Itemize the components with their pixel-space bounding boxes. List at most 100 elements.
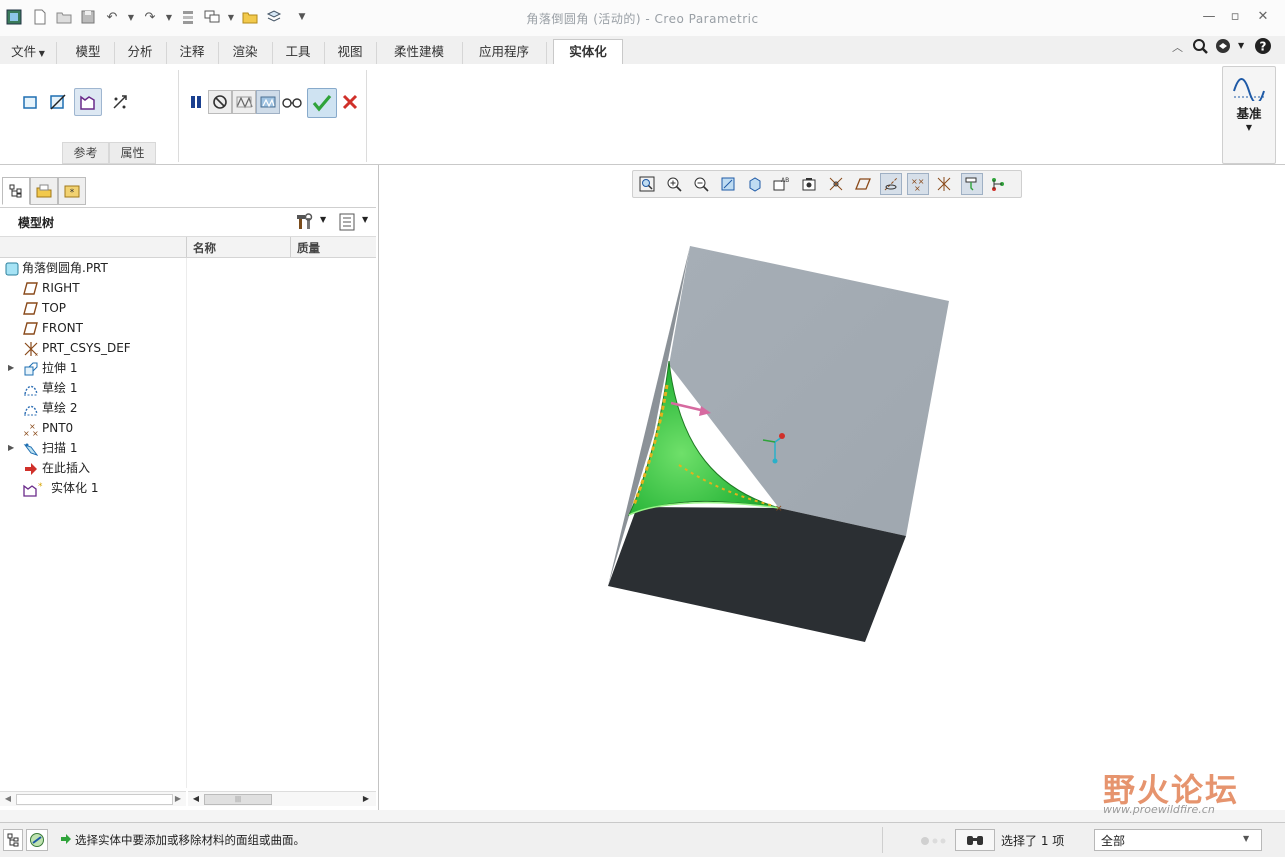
save-icon[interactable] [79, 8, 97, 26]
maximize-icon[interactable]: ▫ [1224, 8, 1246, 26]
column-name[interactable]: 名称 [193, 240, 216, 256]
column-mass[interactable]: 质量 [297, 240, 320, 256]
tree-item-extrude[interactable]: ▶ 拉伸 1 [0, 358, 186, 378]
tree-item-pnt0[interactable]: × × × PNT0 [0, 418, 186, 438]
cube-front-face [608, 507, 906, 642]
community-icon[interactable] [1215, 38, 1233, 57]
tree-item-sketch-1[interactable]: 草绘 1 [0, 378, 186, 398]
tree-settings-icon[interactable] [296, 212, 316, 235]
horizontal-scrollbar-names[interactable]: ◀ ▶ [0, 791, 186, 806]
tab-file[interactable]: 文件 ▼ [0, 42, 57, 64]
verify-preview-icon[interactable] [256, 90, 280, 114]
creo-app-icon[interactable] [5, 8, 23, 26]
tab-model[interactable]: 模型 [62, 42, 115, 64]
toggle-navigator-icon[interactable] [3, 829, 23, 851]
tree-item-sketch-2[interactable]: 草绘 2 [0, 398, 186, 418]
scroll-left-icon[interactable]: ◀ [190, 793, 202, 805]
graphics-window[interactable]: AB ×× × × 野火论坛 www.proewildfire.cn [379, 165, 1285, 816]
scroll-right-icon[interactable]: ▶ [172, 793, 184, 805]
datum-button[interactable]: 基准 ▼ [1222, 66, 1276, 164]
regenerate-icon[interactable] [179, 8, 197, 26]
working-directory-icon[interactable] [241, 8, 259, 26]
references-group-label[interactable]: 参考 [62, 142, 109, 164]
toggle-browser-icon[interactable] [26, 829, 48, 851]
sketch-icon [23, 401, 38, 416]
tab-analysis[interactable]: 分析 [114, 42, 167, 64]
separate-preview-icon[interactable] [232, 90, 256, 114]
expand-arrow-icon[interactable]: ▶ [8, 438, 14, 458]
find-icon[interactable] [955, 829, 995, 851]
selection-filter-value: 全部 [1101, 834, 1126, 848]
tab-solidify[interactable]: 实体化 [553, 39, 623, 67]
tab-favorites[interactable]: * [58, 177, 86, 205]
preview-glasses-icon[interactable] [280, 90, 304, 114]
cancel-x-icon[interactable] [338, 90, 362, 114]
tab-model-tree[interactable] [2, 177, 30, 205]
undo-dropdown-icon[interactable]: ▼ [122, 8, 140, 26]
redo-dropdown-icon[interactable]: ▼ [160, 8, 178, 26]
tab-view[interactable]: 视图 [324, 42, 377, 64]
part-icon [4, 261, 19, 276]
csys-origin-cyan [772, 458, 778, 464]
redo-icon[interactable]: ↷ [141, 8, 159, 26]
tab-tools[interactable]: 工具 [272, 42, 325, 64]
horizontal-scrollbar-columns[interactable]: ◀ ||| ▶ [188, 791, 376, 806]
tree-settings-dropdown-icon[interactable]: ▼ [320, 215, 326, 224]
scroll-left-icon[interactable]: ◀ [2, 793, 14, 805]
help-icon[interactable]: ? [1254, 37, 1272, 58]
show-columns-icon[interactable] [338, 212, 356, 235]
patch-surface-icon[interactable] [74, 88, 102, 116]
new-file-icon[interactable] [31, 8, 49, 26]
tree-item-front[interactable]: FRONT [0, 318, 186, 338]
remove-material-icon[interactable] [46, 90, 70, 114]
no-preview-icon[interactable] [208, 90, 232, 114]
selection-filter-dropdown[interactable]: 全部 ▼ [1094, 829, 1262, 851]
open-folder-icon[interactable] [55, 8, 73, 26]
tree-item-sweep[interactable]: ▶ 扫描 1 [0, 438, 186, 458]
minimize-icon[interactable]: — [1198, 8, 1220, 26]
chevron-down-icon: ▼ [1245, 123, 1253, 132]
datum-plane-icon [23, 281, 38, 296]
scroll-right-icon[interactable]: ▶ [360, 793, 372, 805]
properties-group-label[interactable]: 属性 [109, 142, 156, 164]
customize-qat-icon[interactable]: ▼ [293, 8, 311, 26]
tree-item-label: 草绘 2 [42, 401, 78, 415]
tree-item-insert-here[interactable]: 在此插入 [0, 458, 186, 478]
pause-icon[interactable] [184, 90, 208, 114]
collapse-ribbon-icon[interactable]: ︿ [1172, 39, 1183, 55]
datum-plane-icon [23, 321, 38, 336]
tree-item-csys[interactable]: x PRT_CSYS_DEF [0, 338, 186, 358]
tab-applications[interactable]: 应用程序 [462, 42, 547, 64]
search-icon[interactable] [1192, 38, 1208, 57]
scroll-thumb[interactable]: ||| [204, 794, 272, 805]
datum-sketch-icon [1232, 73, 1266, 104]
tree-item-label: 扫描 1 [42, 441, 78, 455]
flip-direction-icon[interactable] [108, 90, 132, 114]
tree-item-solidify[interactable]: * 实体化 1 [0, 478, 186, 498]
windows-dropdown-icon[interactable]: ▼ [222, 8, 240, 26]
ribbon-divider [178, 70, 179, 162]
tab-render[interactable]: 渲染 [218, 42, 273, 64]
undo-icon[interactable]: ↶ [103, 8, 121, 26]
show-columns-dropdown-icon[interactable]: ▼ [362, 215, 368, 224]
scroll-thumb[interactable] [16, 794, 173, 805]
tree-item-label: PRT_CSYS_DEF [42, 341, 131, 355]
expand-arrow-icon[interactable]: ▶ [8, 358, 14, 378]
tab-file-label: 文件 [11, 44, 37, 59]
solid-type-icon[interactable] [18, 90, 42, 114]
tab-folder-browser[interactable] [30, 177, 58, 205]
selection-count: 选择了 1 项 [1001, 834, 1065, 848]
chevron-down-icon: ▼ [36, 49, 45, 58]
tree-item-right[interactable]: RIGHT [0, 278, 186, 298]
tab-flexible-modeling[interactable]: 柔性建模 [376, 42, 463, 64]
tree-item-part[interactable]: 角落倒圆角.PRT [0, 258, 186, 278]
model-viewport[interactable]: × [379, 165, 1285, 810]
windows-icon[interactable] [203, 8, 221, 26]
status-message: 选择实体中要添加或移除材料的面组或曲面。 [75, 833, 305, 847]
ok-checkmark-icon[interactable] [307, 88, 337, 118]
close-icon[interactable]: ✕ [1252, 8, 1274, 26]
layers-icon[interactable] [265, 8, 283, 26]
community-dropdown-icon[interactable]: ▼ [1238, 41, 1244, 50]
tree-item-top[interactable]: TOP [0, 298, 186, 318]
tab-annotate[interactable]: 注释 [166, 42, 219, 64]
